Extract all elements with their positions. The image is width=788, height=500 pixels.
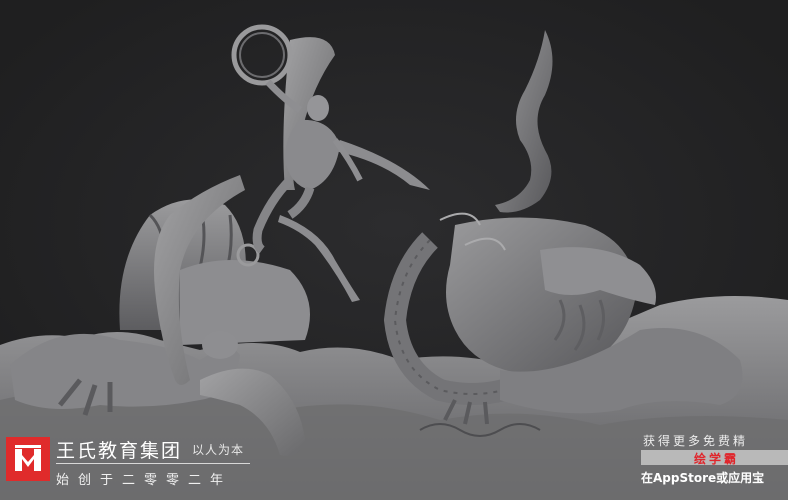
brand-divider <box>56 463 250 464</box>
sculpture-render <box>0 0 788 500</box>
promo-bottom-text: 在AppStore或应用宝 <box>641 471 765 485</box>
artwork-canvas: 王氏教育集团 以人为本 始创于二零零二年 获得更多免费精 绘学霸 在AppSto… <box>0 0 788 500</box>
promo-app-bar: 绘学霸 <box>641 450 788 466</box>
brand-slogan: 以人为本 <box>192 443 245 457</box>
brand-subtitle: 始创于二零零二年 <box>56 473 233 488</box>
promo-watermark: 获得更多免费精 绘学霸 在AppStore或应用宝 <box>635 430 788 500</box>
brand-name: 王氏教育集团 <box>56 440 183 462</box>
promo-app-name: 绘学霸 <box>694 452 740 466</box>
brand-watermark: 王氏教育集团 以人为本 始创于二零零二年 <box>0 432 360 500</box>
wangs-logo-icon <box>6 437 50 481</box>
promo-top-text: 获得更多免费精 <box>643 434 749 448</box>
